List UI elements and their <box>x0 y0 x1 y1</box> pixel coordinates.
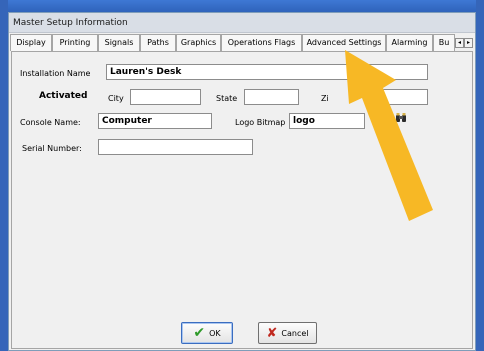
logo-bitmap-field[interactable]: logo <box>289 113 365 129</box>
window-title: Master Setup Information <box>13 18 128 28</box>
tab-operations-flags[interactable]: Operations Flags <box>221 34 302 51</box>
tab-signals[interactable]: Signals <box>98 34 140 51</box>
cancel-label: Cancel <box>281 328 309 338</box>
tab-paths[interactable]: Paths <box>140 34 176 51</box>
serial-number-field[interactable] <box>98 139 253 155</box>
zip-label: Zi <box>321 94 329 103</box>
activated-label: Activated <box>39 91 88 101</box>
installation-name-label: Installation Name <box>20 69 91 78</box>
ok-button[interactable]: ✔ OK <box>181 322 233 344</box>
state-label: State <box>216 94 238 103</box>
tab-advanced-settings[interactable]: Advanced Settings <box>302 34 386 51</box>
binoculars-icon[interactable] <box>395 112 407 124</box>
tab-alarming[interactable]: Alarming <box>386 34 433 51</box>
cancel-button[interactable]: ✘ Cancel <box>258 322 317 344</box>
tab-bu[interactable]: Bu <box>433 34 455 51</box>
state-field[interactable] <box>244 89 299 105</box>
title-bar[interactable]: Master Setup Information <box>9 13 475 33</box>
serial-number-label: Serial Number: <box>22 144 82 153</box>
window-frame-top <box>0 0 484 12</box>
checkmark-icon: ✔ <box>193 325 206 341</box>
tab-display[interactable]: Display <box>10 34 52 51</box>
tab-graphics[interactable]: Graphics <box>176 34 221 51</box>
city-field[interactable] <box>130 89 201 105</box>
ok-label: OK <box>209 328 221 338</box>
tab-strip: Display Printing Signals Paths Graphics … <box>9 34 475 51</box>
triangle-left-icon[interactable]: ◂ <box>455 38 464 48</box>
console-name-label: Console Name: <box>20 118 81 127</box>
window-frame-right <box>476 0 484 351</box>
window-frame-left <box>0 0 8 351</box>
logo-bitmap-label: Logo Bitmap <box>235 118 286 127</box>
triangle-right-icon[interactable]: ▸ <box>464 38 473 48</box>
x-icon: ✘ <box>266 325 278 341</box>
tab-printing[interactable]: Printing <box>52 34 98 51</box>
console-name-field[interactable]: Computer <box>98 113 212 129</box>
master-setup-dialog: Master Setup Information Display Printin… <box>8 12 476 351</box>
installation-name-field[interactable]: Lauren's Desk <box>106 64 428 80</box>
city-label: City <box>108 94 124 103</box>
zip-field[interactable] <box>368 89 428 105</box>
